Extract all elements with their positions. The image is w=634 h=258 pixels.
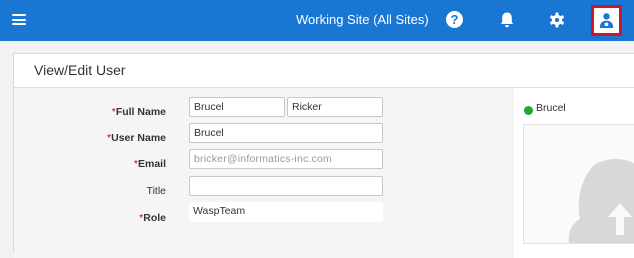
title-label: Title (146, 185, 166, 197)
user-form: *Full Name Brucel Ricker *User Name Bruc… (14, 88, 514, 258)
status-user-name: Brucel (536, 102, 566, 114)
cloud-upload-icon (568, 159, 634, 243)
first-name-input[interactable]: Brucel (189, 97, 285, 117)
view-edit-user-panel: View/Edit User *Full Name Brucel Ricker … (13, 53, 634, 258)
role-select[interactable]: WaspTeam (189, 202, 383, 222)
user-name-input[interactable]: Brucel (189, 123, 383, 143)
email-label: *Email (133, 158, 166, 170)
last-name-input[interactable]: Ricker (287, 97, 383, 117)
page-title: View/Edit User (34, 62, 126, 78)
help-icon[interactable]: ? (446, 11, 463, 28)
role-label: *Role (139, 212, 166, 224)
email-input[interactable]: bricker@informatics-inc.com (189, 149, 383, 169)
full-name-label: *Full Name (111, 106, 166, 118)
working-site-title[interactable]: Working Site (All Sites) (296, 12, 429, 27)
avatar[interactable] (523, 124, 634, 244)
user-account-button[interactable] (591, 5, 622, 36)
online-status-icon (524, 106, 533, 115)
gear-icon[interactable] (547, 10, 567, 30)
bell-icon[interactable] (497, 10, 517, 30)
user-badge-icon (599, 13, 614, 28)
title-input[interactable] (189, 176, 383, 196)
top-bar: Working Site (All Sites) ? (0, 0, 634, 41)
menu-icon[interactable] (12, 14, 26, 25)
user-status-area: Brucel (514, 88, 634, 258)
panel-header: View/Edit User (14, 54, 634, 88)
user-name-label: *User Name (107, 132, 166, 144)
